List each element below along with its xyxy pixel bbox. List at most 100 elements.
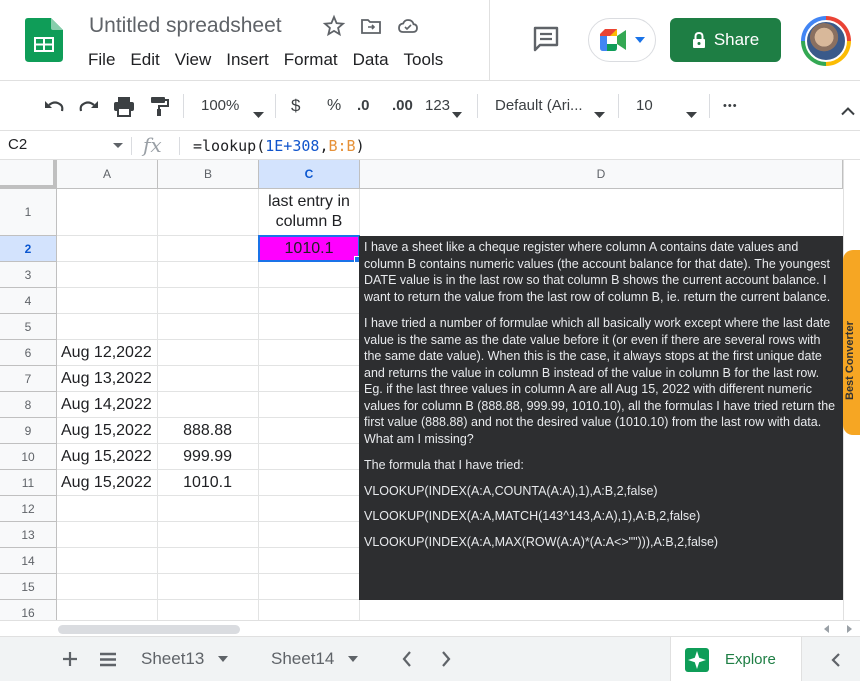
cell-c12[interactable] (259, 496, 360, 522)
undo-icon[interactable] (43, 96, 65, 118)
row-header-4[interactable]: 4 (0, 288, 57, 314)
cell-a15[interactable] (57, 574, 158, 600)
font-size-select[interactable]: 10 (636, 95, 653, 117)
cell-b12[interactable] (158, 496, 259, 522)
row-header-6[interactable]: 6 (0, 340, 57, 366)
add-sheet-icon[interactable] (62, 651, 78, 667)
row-header-12[interactable]: 12 (0, 496, 57, 522)
horizontal-scrollbar[interactable] (0, 620, 860, 636)
scroll-sheets-right-icon[interactable] (441, 651, 451, 667)
cell-a3[interactable] (57, 262, 158, 288)
cell-a11[interactable]: Aug 15,2022 (57, 470, 158, 496)
cell-c13[interactable] (259, 522, 360, 548)
scroll-right-icon[interactable] (845, 625, 853, 633)
scroll-sheets-left-icon[interactable] (402, 651, 412, 667)
cell-b7[interactable] (158, 366, 259, 392)
increase-decimals-button[interactable]: .00 (392, 95, 413, 117)
cell-b5[interactable] (158, 314, 259, 340)
cloud-saved-icon[interactable] (396, 14, 420, 38)
addon-side-tab[interactable]: Best Converter (843, 250, 860, 435)
zoom-dropdown-icon[interactable] (253, 104, 264, 126)
select-all-corner[interactable] (0, 160, 57, 189)
star-icon[interactable] (322, 14, 346, 38)
menu-tools[interactable]: Tools (404, 49, 451, 71)
cell-b1[interactable] (158, 189, 259, 236)
column-header-b[interactable]: B (158, 160, 259, 189)
cell-a14[interactable] (57, 548, 158, 574)
more-options-button[interactable]: ••• (723, 95, 738, 117)
cell-c6[interactable] (259, 340, 360, 366)
cell-a10[interactable]: Aug 15,2022 (57, 444, 158, 470)
row-header-15[interactable]: 15 (0, 574, 57, 600)
zoom-select[interactable]: 100% (201, 95, 239, 117)
column-header-d[interactable]: D (360, 160, 843, 189)
cell-c16[interactable] (259, 600, 360, 622)
cell-a7[interactable]: Aug 13,2022 (57, 366, 158, 392)
percent-format-button[interactable]: % (327, 95, 341, 117)
cell-a4[interactable] (57, 288, 158, 314)
row-header-3[interactable]: 3 (0, 262, 57, 288)
font-family-select[interactable]: Default (Ari... (495, 95, 583, 117)
row-header-7[interactable]: 7 (0, 366, 57, 392)
move-folder-icon[interactable] (359, 14, 383, 38)
cell-a6[interactable]: Aug 12,2022 (57, 340, 158, 366)
side-panel-toggle-icon[interactable] (831, 653, 841, 667)
cell-a8[interactable]: Aug 14,2022 (57, 392, 158, 418)
cell-b8[interactable] (158, 392, 259, 418)
row-header-9[interactable]: 9 (0, 418, 57, 444)
menu-data[interactable]: Data (353, 49, 396, 71)
menu-edit[interactable]: Edit (130, 49, 166, 71)
cell-b10[interactable]: 999.99 (158, 444, 259, 470)
all-sheets-icon[interactable] (99, 652, 117, 667)
cell-a16[interactable] (57, 600, 158, 622)
row-header-13[interactable]: 13 (0, 522, 57, 548)
row-header-11[interactable]: 11 (0, 470, 57, 496)
comment-history-icon[interactable] (531, 25, 561, 53)
paint-format-icon[interactable] (149, 95, 169, 117)
more-formats-dropdown-icon[interactable] (452, 104, 462, 126)
cell-c4[interactable] (259, 288, 360, 314)
currency-format-button[interactable]: $ (291, 95, 300, 117)
menu-view[interactable]: View (175, 49, 219, 71)
sheet-tab-dropdown-icon[interactable] (348, 656, 359, 662)
cell-b15[interactable] (158, 574, 259, 600)
cell-c8[interactable] (259, 392, 360, 418)
cell-b6[interactable] (158, 340, 259, 366)
cell-a1[interactable] (57, 189, 158, 236)
cell-c15[interactable] (259, 574, 360, 600)
cell-b4[interactable] (158, 288, 259, 314)
menu-insert[interactable]: Insert (226, 49, 276, 71)
sheets-logo-icon[interactable] (25, 18, 63, 62)
cell-a5[interactable] (57, 314, 158, 340)
horizontal-scroll-thumb[interactable] (58, 625, 240, 634)
row-header-16[interactable]: 16 (0, 600, 57, 622)
cell-a12[interactable] (57, 496, 158, 522)
redo-icon[interactable] (78, 96, 100, 118)
row-header-5[interactable]: 5 (0, 314, 57, 340)
cell-a9[interactable]: Aug 15,2022 (57, 418, 158, 444)
cell-c2-selected[interactable]: 1010.1 (258, 235, 360, 262)
cell-b13[interactable] (158, 522, 259, 548)
formula-input[interactable]: =lookup(1E+308,B:B) (193, 137, 365, 155)
cell-c9[interactable] (259, 418, 360, 444)
cell-b9[interactable]: 888.88 (158, 418, 259, 444)
row-header-2[interactable]: 2 (0, 236, 57, 262)
decrease-decimals-button[interactable]: .0 (357, 95, 370, 117)
more-formats-button[interactable]: 123 (425, 95, 450, 117)
cell-b11[interactable]: 1010.1 (158, 470, 259, 496)
column-header-c[interactable]: C (259, 160, 360, 189)
menu-file[interactable]: File (88, 49, 122, 71)
cell-b16[interactable] (158, 600, 259, 622)
print-icon[interactable] (113, 95, 135, 117)
row-header-14[interactable]: 14 (0, 548, 57, 574)
name-box-dropdown-icon[interactable] (113, 143, 123, 148)
cell-c1[interactable]: last entry in column B (259, 189, 360, 236)
name-box[interactable]: C2 (8, 136, 27, 153)
cell-c11[interactable] (259, 470, 360, 496)
meet-button[interactable] (588, 18, 656, 62)
sheet-tab-sheet14[interactable]: Sheet14 (271, 643, 359, 675)
cell-c5[interactable] (259, 314, 360, 340)
cell-c14[interactable] (259, 548, 360, 574)
cell-c10[interactable] (259, 444, 360, 470)
cell-c7[interactable] (259, 366, 360, 392)
